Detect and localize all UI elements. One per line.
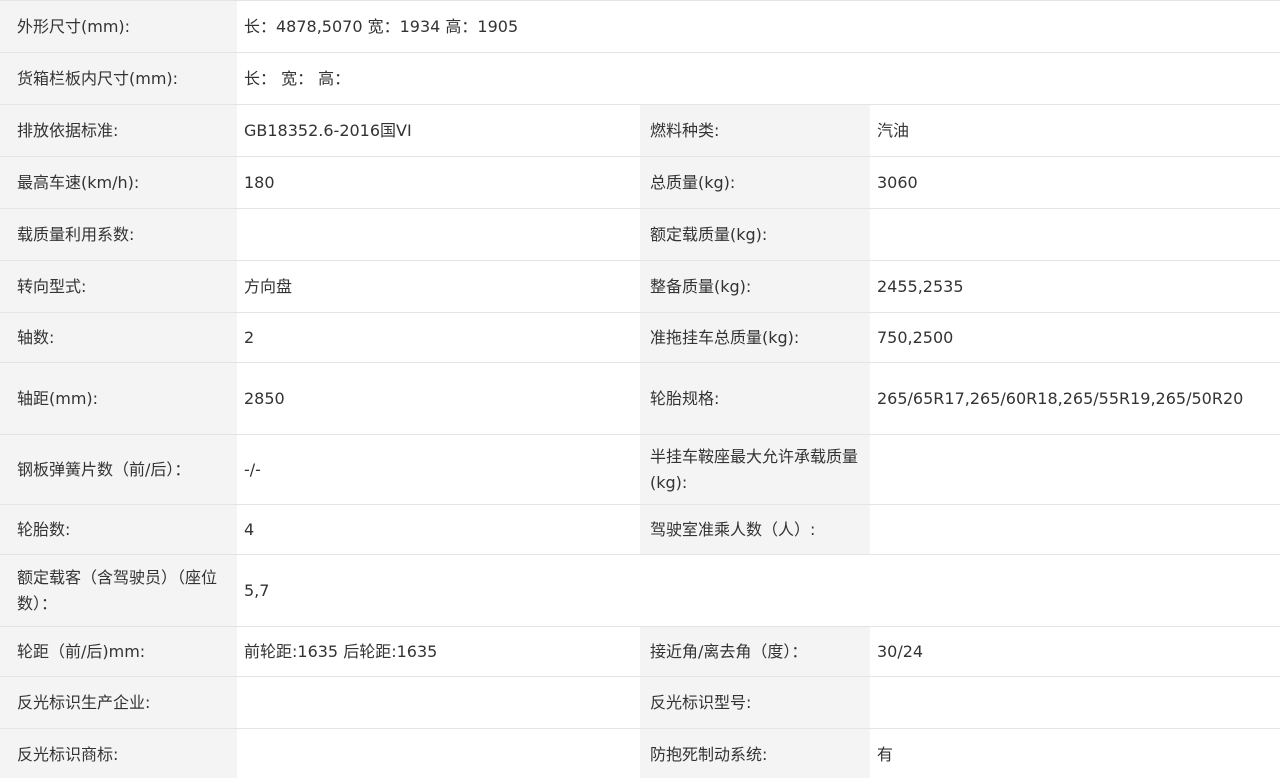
spec-value (870, 209, 1280, 261)
spec-value: 3060 (870, 157, 1280, 209)
spec-value: 2850 (237, 363, 640, 435)
spec-label: 排放依据标准: (0, 105, 237, 157)
spec-label: 轮距（前/后)mm: (0, 627, 237, 677)
spec-label: 轴数: (0, 313, 237, 363)
spec-table: 外形尺寸(mm): 长：4878,5070 宽：1934 高：1905 货箱栏板… (0, 0, 1280, 778)
spec-value: 汽油 (870, 105, 1280, 157)
spec-label: 额定载客（含驾驶员）（座位数）： (0, 555, 237, 627)
spec-value: 4 (237, 505, 640, 555)
spec-value: -/- (237, 435, 640, 505)
spec-label: 准拖挂车总质量(kg): (640, 313, 870, 363)
spec-label: 最高车速(km/h): (0, 157, 237, 209)
spec-label: 轮胎数: (0, 505, 237, 555)
spec-label: 反光标识商标: (0, 729, 237, 778)
spec-value (237, 677, 640, 729)
spec-label: 货箱栏板内尺寸(mm): (0, 53, 237, 105)
spec-value: 长： 宽： 高： (237, 53, 1280, 105)
spec-value: 265/65R17,265/60R18,265/55R19,265/50R20 (870, 363, 1280, 435)
spec-label: 防抱死制动系统: (640, 729, 870, 778)
spec-label: 载质量利用系数: (0, 209, 237, 261)
spec-value: 2 (237, 313, 640, 363)
spec-value: 2455,2535 (870, 261, 1280, 313)
spec-value: 750,2500 (870, 313, 1280, 363)
spec-value: 前轮距:1635 后轮距:1635 (237, 627, 640, 677)
spec-label: 反光标识生产企业: (0, 677, 237, 729)
spec-label: 半挂车鞍座最大允许承载质量(kg): (640, 435, 870, 505)
spec-label: 反光标识型号: (640, 677, 870, 729)
spec-label: 额定载质量(kg): (640, 209, 870, 261)
spec-label: 转向型式: (0, 261, 237, 313)
spec-label: 轴距(mm): (0, 363, 237, 435)
spec-value: 长：4878,5070 宽：1934 高：1905 (237, 1, 1280, 53)
spec-label: 外形尺寸(mm): (0, 1, 237, 53)
spec-label: 燃料种类: (640, 105, 870, 157)
spec-value (870, 505, 1280, 555)
spec-label: 轮胎规格: (640, 363, 870, 435)
spec-label: 整备质量(kg): (640, 261, 870, 313)
spec-value (870, 677, 1280, 729)
spec-value: GB18352.6-2016国VI (237, 105, 640, 157)
spec-label: 钢板弹簧片数（前/后）： (0, 435, 237, 505)
spec-value: 有 (870, 729, 1280, 778)
spec-value (870, 435, 1280, 505)
spec-value: 5,7 (237, 555, 1280, 627)
spec-label: 总质量(kg): (640, 157, 870, 209)
spec-label: 接近角/离去角（度）： (640, 627, 870, 677)
spec-value: 180 (237, 157, 640, 209)
spec-value (237, 729, 640, 778)
spec-value: 30/24 (870, 627, 1280, 677)
spec-label: 驾驶室准乘人数（人）: (640, 505, 870, 555)
spec-value (237, 209, 640, 261)
spec-value: 方向盘 (237, 261, 640, 313)
